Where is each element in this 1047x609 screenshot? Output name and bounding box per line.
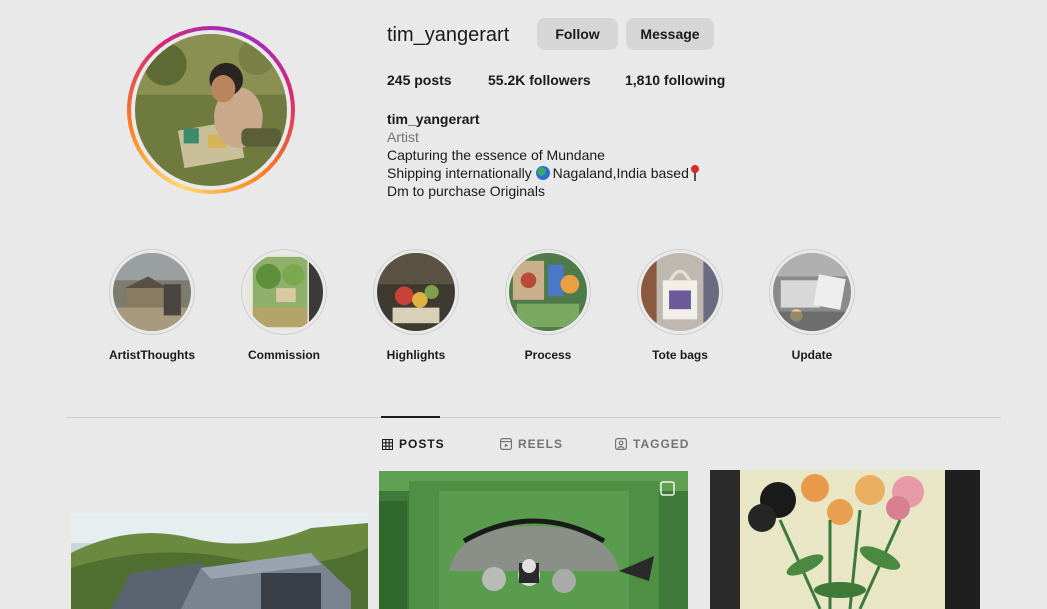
highlight-cover-image <box>641 253 719 331</box>
highlight-cover-image <box>113 253 191 331</box>
highlight-ring <box>241 249 327 335</box>
followers-link[interactable]: 55.2K followers <box>488 72 591 88</box>
profile-username: tim_yangerart <box>387 24 510 46</box>
highlight-cover-image <box>377 253 455 331</box>
profile-avatar <box>135 34 287 186</box>
highlight-ring <box>769 249 855 335</box>
highlight-cover-image <box>773 253 851 331</box>
profile-avatar-story-ring[interactable] <box>127 26 295 194</box>
tab-posts-label: POSTS <box>399 437 445 451</box>
bio-line-1: Capturing the essence of Mundane <box>387 147 605 163</box>
highlight-cover-image <box>245 253 323 331</box>
bio-line-3: Dm to purchase Originals <box>387 183 545 199</box>
tab-posts[interactable]: POSTS <box>382 437 445 451</box>
tab-reels[interactable]: REELS <box>500 437 563 451</box>
following-link[interactable]: 1,810 following <box>625 72 725 88</box>
bio-line-2-location: Nagaland,India based <box>552 165 689 181</box>
highlight-highlights[interactable]: Highlights <box>361 249 471 362</box>
highlight-label: Tote bags <box>652 348 708 362</box>
round-pushpin-icon <box>690 165 700 181</box>
highlight-ring <box>637 249 723 335</box>
grid-icon <box>382 438 393 450</box>
bio-line-2-prefix: Shipping internationally <box>387 165 536 181</box>
highlight-process[interactable]: Process <box>493 249 603 362</box>
highlight-ring <box>373 249 459 335</box>
highlight-cover-image <box>509 253 587 331</box>
bio-line-2: Shipping internationally Nagaland,India … <box>387 164 700 182</box>
tab-reels-label: REELS <box>518 437 564 451</box>
tab-tagged[interactable]: TAGGED <box>615 437 689 451</box>
posts-count: 245 posts <box>387 72 452 88</box>
multiple-photos-icon <box>660 481 675 496</box>
globe-icon <box>535 166 550 180</box>
highlight-label: Commission <box>247 348 320 362</box>
highlight-artistthoughts[interactable]: ArtistThoughts <box>97 249 207 362</box>
tagged-icon <box>615 438 627 450</box>
highlight-ring <box>505 249 591 335</box>
message-button[interactable]: Message <box>626 18 714 50</box>
highlight-update[interactable]: Update <box>757 249 867 362</box>
post-thumbnail[interactable] <box>379 471 688 609</box>
active-tab-indicator <box>381 416 440 418</box>
profile-bio: tim_yangerart Artist Capturing the essen… <box>387 110 700 200</box>
reels-icon <box>500 438 512 450</box>
highlight-label: ArtistThoughts <box>109 348 195 362</box>
highlight-commission[interactable]: Commission <box>229 249 339 362</box>
avatar-ring-gap <box>131 30 291 190</box>
highlight-ring <box>109 249 195 335</box>
post-thumbnail[interactable] <box>710 470 980 609</box>
bio-category: Artist <box>387 129 419 145</box>
post-thumbnail[interactable] <box>71 513 368 609</box>
tabs-divider <box>66 417 1001 418</box>
highlight-label: Update <box>791 348 833 362</box>
highlight-label: Process <box>524 348 572 362</box>
bio-name: tim_yangerart <box>387 111 480 127</box>
highlight-tote-bags[interactable]: Tote bags <box>625 249 735 362</box>
follow-button[interactable]: Follow <box>537 18 618 50</box>
tab-tagged-label: TAGGED <box>633 437 690 451</box>
highlight-label: Highlights <box>386 348 446 362</box>
